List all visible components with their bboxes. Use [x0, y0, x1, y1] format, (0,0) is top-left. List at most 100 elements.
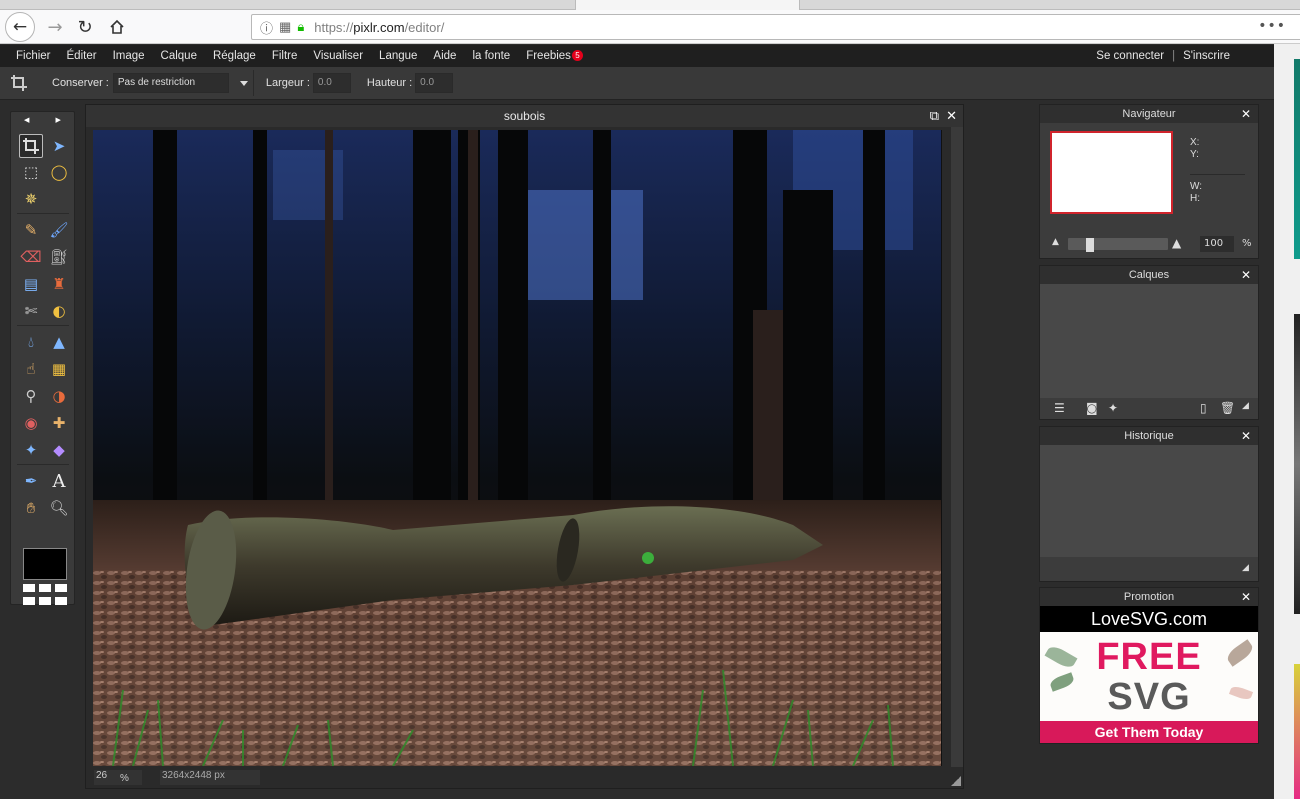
zoom-value-input[interactable]: 100	[1200, 236, 1234, 252]
menu-file[interactable]: Fichier	[0, 50, 59, 62]
sponge-tool-button[interactable]: ▦	[47, 357, 71, 381]
delete-layer-icon[interactable]: 🗑︎	[1220, 401, 1235, 415]
bucket-tool-button[interactable]: ⛽︎	[47, 245, 71, 269]
menu-help[interactable]: Aide	[425, 50, 464, 62]
color-picker-tool-button[interactable]: ✒︎	[19, 469, 43, 493]
x-label: X:	[1190, 137, 1200, 148]
info-icon[interactable]: ⓘ	[260, 18, 273, 37]
page-actions-icon[interactable]: •••	[1258, 18, 1286, 34]
menu-image[interactable]: Image	[105, 50, 153, 62]
quick-colors[interactable]	[23, 584, 67, 606]
navigator-thumbnail[interactable]	[1050, 131, 1173, 214]
layers-footer: ☰ ◙ ✦ ▯ 🗑︎ ◢	[1040, 398, 1258, 419]
stamp-tool-button[interactable]: ♜	[47, 272, 71, 296]
login-link[interactable]: Se connecter	[1096, 50, 1164, 62]
close-promotion-icon[interactable]: ✕	[1241, 588, 1251, 606]
close-navigator-icon[interactable]: ✕	[1241, 105, 1251, 123]
close-layers-icon[interactable]: ✕	[1241, 266, 1251, 284]
menu-view[interactable]: Visualiser	[305, 50, 371, 62]
layers-list[interactable]	[1040, 284, 1258, 398]
triangle-right-icon[interactable]: ▶	[56, 116, 61, 126]
layer-settings-icon[interactable]: ☰	[1054, 401, 1065, 415]
menu-freebies[interactable]: Freebies 5	[518, 50, 591, 62]
address-bar[interactable]: ⓘ ▦ 🔒︎ https://pixlr.com/editor/	[251, 14, 1300, 40]
brush-tool-button[interactable]: 🖌︎	[47, 218, 71, 242]
crop-tool-button[interactable]	[19, 134, 43, 158]
promotion-header[interactable]: Promotion ✕	[1040, 588, 1258, 606]
tools-collapse[interactable]: ◀ ▶	[11, 116, 74, 126]
history-list[interactable]	[1040, 445, 1258, 557]
image-canvas[interactable]	[93, 130, 942, 766]
zoom-in-icon[interactable]: ▲	[1172, 236, 1181, 250]
pinch-tool-button[interactable]: ◆	[47, 438, 71, 462]
gradient-tool-button[interactable]: ▤	[19, 272, 43, 296]
lasso-tool-button[interactable]: ◯	[47, 160, 71, 184]
signup-link[interactable]: S'inscrire	[1183, 50, 1230, 62]
triangle-left-icon[interactable]: ◀	[24, 116, 29, 126]
bloat-tool-button[interactable]: ✦	[19, 438, 43, 462]
home-button[interactable]	[102, 12, 132, 42]
marquee-tool-button[interactable]: ⬚	[19, 160, 43, 184]
hand-tool-button[interactable]: ✋︎	[19, 496, 43, 520]
eraser-tool-button[interactable]: ⌫	[19, 245, 43, 269]
zoom-input[interactable]: 26	[94, 770, 142, 785]
ad-cta[interactable]: Get Them Today	[1040, 721, 1258, 743]
layer-mask-icon[interactable]: ◙	[1086, 401, 1098, 415]
zoom-tool-button[interactable]: 🔍︎	[47, 496, 71, 520]
history-header[interactable]: Historique ✕	[1040, 427, 1258, 445]
menu-fonts[interactable]: la fonte	[464, 50, 518, 62]
permissions-icon[interactable]: ▦	[279, 19, 291, 35]
red-eye-tool-button[interactable]: ◉	[19, 411, 43, 435]
menu-layer[interactable]: Calque	[153, 50, 205, 62]
reload-button[interactable]: ↻	[70, 12, 100, 42]
color-replace-tool-button[interactable]: ✄	[19, 299, 43, 323]
vertical-scrollbar[interactable]	[951, 127, 963, 767]
navigator-header[interactable]: Navigateur ✕	[1040, 105, 1258, 123]
history-resize-icon[interactable]: ◢	[1242, 563, 1249, 573]
promotion-ad[interactable]: LoveSVG.com FREE SVG Get Them Today	[1040, 606, 1258, 743]
document-titlebar[interactable]: soubois ⧉ ✕	[86, 105, 963, 127]
restore-window-icon[interactable]: ⧉	[930, 105, 939, 127]
back-button[interactable]: ←	[5, 12, 35, 42]
menu-language[interactable]: Langue	[371, 50, 425, 62]
close-history-icon[interactable]: ✕	[1241, 427, 1251, 445]
browser-tab-strip	[0, 0, 1300, 10]
forward-button[interactable]: →	[40, 12, 70, 42]
crop-icon	[11, 75, 27, 91]
new-layer-icon[interactable]: ▯	[1200, 401, 1207, 415]
layers-header[interactable]: Calques ✕	[1040, 266, 1258, 284]
lock-icon[interactable]: 🔒︎	[297, 19, 304, 35]
close-document-icon[interactable]: ✕	[946, 105, 957, 127]
ad-brand: LoveSVG.com	[1040, 606, 1258, 632]
move-tool-button[interactable]: ➤	[47, 134, 71, 158]
burn-tool-button[interactable]: ◑	[47, 384, 71, 408]
layer-styles-icon[interactable]: ✦	[1108, 401, 1118, 415]
zoom-out-icon[interactable]: ▲	[1052, 237, 1059, 247]
crop-tool-icon	[23, 138, 39, 154]
eyedropper-icon: ✒︎	[24, 472, 38, 490]
stamp-icon: ♜	[52, 275, 66, 293]
magic-wand-tool-button[interactable]: ✵	[19, 187, 43, 211]
browser-tab[interactable]	[575, 0, 800, 10]
menu-edit[interactable]: Éditer	[59, 50, 105, 62]
drawing-tool-button[interactable]: ◐	[47, 299, 71, 323]
menu-adjustment[interactable]: Réglage	[205, 50, 264, 62]
menu-filter[interactable]: Filtre	[264, 50, 306, 62]
smudge-tool-button[interactable]: ☝︎	[19, 357, 43, 381]
type-tool-button[interactable]: A	[47, 469, 71, 493]
keep-label: Conserver :	[52, 77, 109, 89]
dodge-tool-button[interactable]: ⚲	[19, 384, 43, 408]
color-swatch[interactable]	[23, 548, 67, 580]
resize-handle-icon[interactable]	[951, 776, 961, 786]
blur-tool-button[interactable]: 💧︎	[19, 330, 43, 354]
layers-resize-icon[interactable]: ◢	[1242, 401, 1249, 411]
keep-select[interactable]: Pas de restriction	[112, 73, 248, 93]
height-input[interactable]: 0.0	[415, 73, 454, 93]
zoom-slider-knob[interactable]	[1086, 238, 1095, 252]
pencil-tool-button[interactable]: ✎	[19, 218, 43, 242]
zoom-slider[interactable]	[1068, 238, 1168, 252]
spot-heal-tool-button[interactable]: ✚	[47, 411, 71, 435]
browser-toolbar: ← → ↻ ⓘ ▦ 🔒︎ https://pixlr.com/editor/ •…	[0, 10, 1300, 44]
sharpen-tool-button[interactable]: ▲	[47, 330, 71, 354]
width-input[interactable]: 0.0	[312, 73, 351, 93]
